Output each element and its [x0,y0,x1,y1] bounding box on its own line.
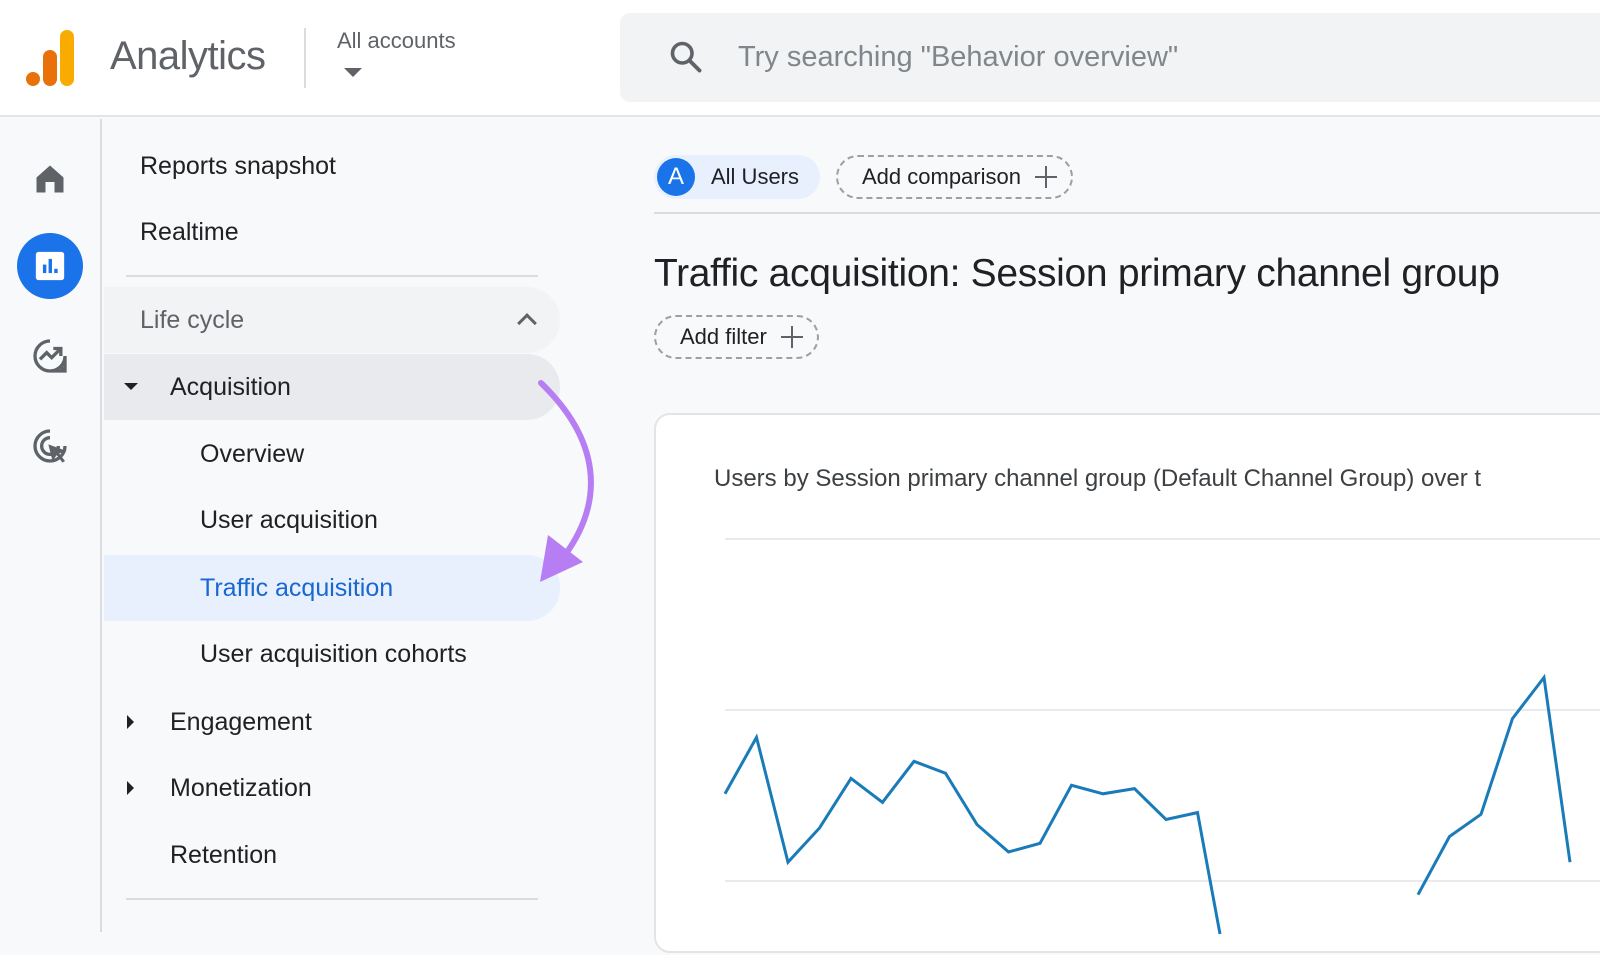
reports-icon [35,251,65,281]
nav-user-acquisition-cohorts[interactable]: User acquisition cohorts [104,621,560,687]
top-bar: Analytics All accounts Try searching "Be… [0,0,1600,117]
chevron-up-icon [517,313,537,333]
main-content: A All Users Add comparison Traffic acqui… [620,119,1600,953]
nav-retention[interactable]: Retention [104,822,560,888]
main-divider [654,212,1600,214]
rail-home-button[interactable] [17,146,83,212]
nav-label: Realtime [140,217,239,246]
comparison-chip-all-users[interactable]: A All Users [654,155,820,199]
chart-card: Users by Session primary channel group (… [654,413,1600,953]
caret-right-icon [127,781,134,795]
search-bar[interactable]: Try searching "Behavior overview" [620,13,1600,102]
nav-group-life-cycle[interactable]: Life cycle [104,287,560,353]
caret-down-icon [124,383,138,390]
add-filter-button[interactable]: Add filter [654,315,819,359]
nav-engagement[interactable]: Engagement [104,689,560,755]
add-comparison-label: Add comparison [862,164,1021,189]
nav-traffic-acquisition[interactable]: Traffic acquisition [104,555,560,621]
nav-realtime[interactable]: Realtime [104,199,560,265]
nav-label: User acquisition cohorts [200,639,467,668]
logo-dot [26,72,40,86]
page-title: Traffic acquisition: Session primary cha… [654,252,1500,295]
nav-label: Monetization [170,773,312,802]
nav-divider [126,275,538,277]
caret-right-icon [127,715,134,729]
nav-label: Engagement [170,707,312,736]
nav-label: Reports snapshot [140,151,336,180]
analytics-logo-icon[interactable] [26,30,78,86]
rail-explore-button[interactable] [17,323,83,389]
home-icon [36,165,64,193]
nav-divider [126,898,538,900]
nav-label: Traffic acquisition [200,573,394,602]
header-divider [304,28,306,88]
caret-down-icon[interactable] [344,68,362,77]
segment-avatar: A [657,158,695,196]
logo-bar-short [43,50,57,86]
rail-reports-button[interactable] [17,233,83,299]
icon-rail [0,119,102,932]
plus-icon [1034,166,1057,188]
add-comparison-button[interactable]: Add comparison [836,155,1073,199]
nav-acquisition-overview[interactable]: Overview [104,421,560,487]
segment-label: All Users [711,164,800,189]
nav-label: Retention [170,840,278,869]
logo-bar-tall [60,30,74,86]
line-chart [723,538,1600,935]
account-selector[interactable]: All accounts [337,28,456,54]
nav-label: Overview [200,439,305,468]
nav-user-acquisition[interactable]: User acquisition [104,487,560,553]
nav-monetization[interactable]: Monetization [104,755,560,821]
nav-reports-snapshot[interactable]: Reports snapshot [104,133,560,199]
plus-icon [780,326,803,348]
search-icon [670,41,702,73]
nav-label: User acquisition [200,505,378,534]
search-input[interactable]: Try searching "Behavior overview" [738,41,1178,74]
reports-nav: Reports snapshot Realtime Life cycle Acq… [104,119,620,932]
nav-acquisition[interactable]: Acquisition [104,354,560,420]
app-name: Analytics [110,34,266,78]
add-filter-label: Add filter [680,324,767,349]
nav-label: Acquisition [170,372,291,401]
explore-icon [33,339,67,373]
series-line-users[interactable] [723,733,1222,935]
rail-advertising-button[interactable] [17,413,83,479]
nav-group-label: Life cycle [140,305,245,334]
advertising-icon [33,429,67,463]
